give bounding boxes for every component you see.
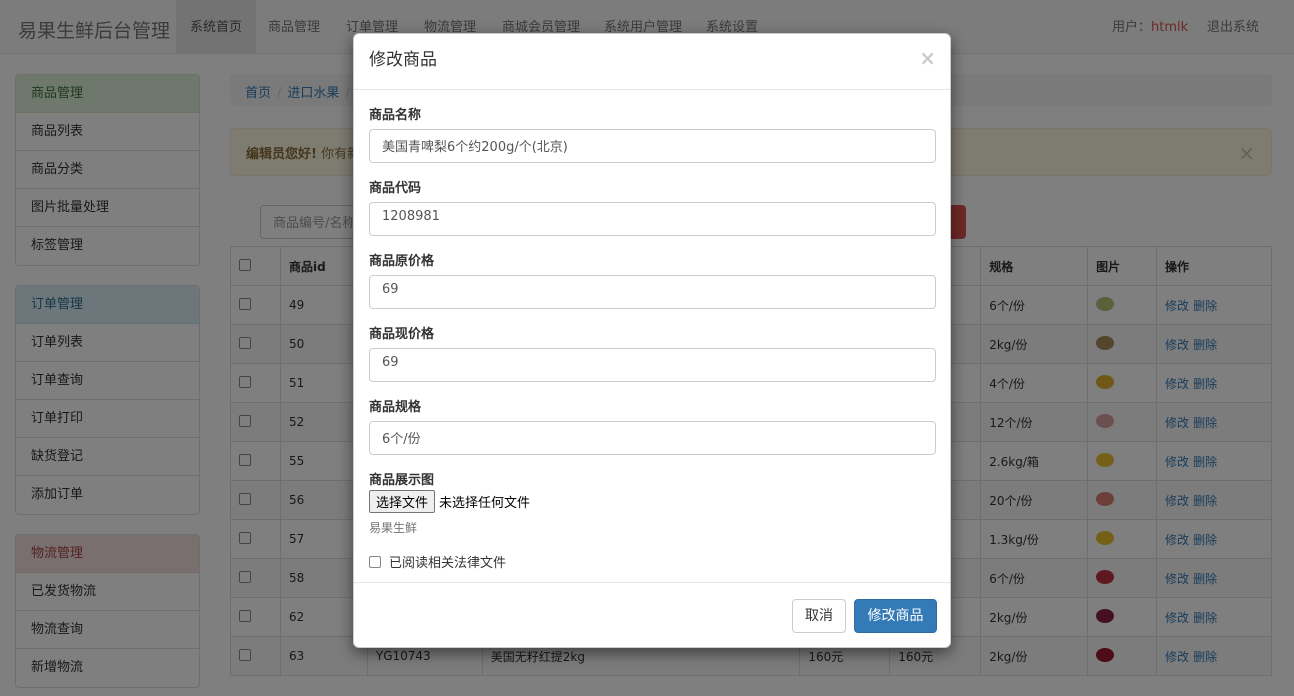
save-product-button[interactable]: 修改商品	[854, 599, 937, 633]
product-image-label: 商品展示图	[369, 473, 435, 488]
product-code-input[interactable]: 1208981	[369, 202, 936, 236]
modal-header: 修改商品 ×	[354, 34, 950, 90]
agree-label[interactable]: 已阅读相关法律文件	[389, 552, 506, 571]
close-icon[interactable]: ×	[919, 46, 936, 70]
modal-footer: 取消 修改商品	[354, 582, 950, 647]
product-code-label: 商品代码	[369, 181, 422, 196]
original-price-input[interactable]: 69	[369, 275, 936, 309]
current-price-input[interactable]: 69	[369, 348, 936, 382]
modal-body: 商品名称 美国青啤梨6个约200g/个(北京) 商品代码 1208981 商品原…	[354, 90, 950, 571]
modal-title: 修改商品	[369, 50, 437, 70]
product-name-input[interactable]: 美国青啤梨6个约200g/个(北京)	[369, 129, 936, 163]
product-spec-input[interactable]: 6个/份	[369, 421, 936, 455]
product-name-label: 商品名称	[369, 108, 422, 123]
product-spec-label: 商品规格	[369, 400, 422, 415]
original-price-label: 商品原价格	[369, 254, 435, 269]
choose-file-button[interactable]: 选择文件	[369, 490, 436, 513]
help-text: 易果生鲜	[369, 521, 418, 535]
cancel-button[interactable]: 取消	[792, 599, 846, 633]
edit-product-modal: 修改商品 × 商品名称 美国青啤梨6个约200g/个(北京) 商品代码 1208…	[353, 33, 951, 648]
current-price-label: 商品现价格	[369, 327, 435, 342]
agree-checkbox[interactable]	[369, 555, 381, 568]
file-status: 未选择任何文件	[439, 496, 531, 511]
